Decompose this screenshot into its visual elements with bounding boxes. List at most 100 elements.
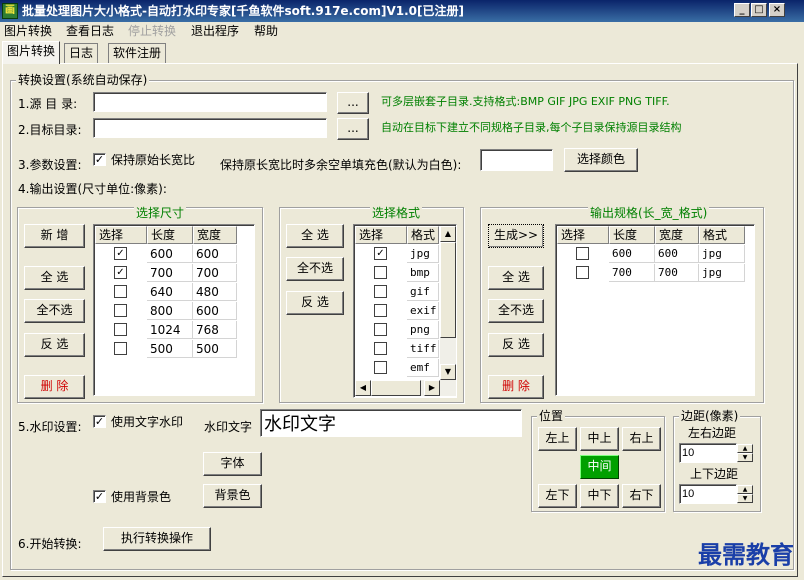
source-dir-input[interactable] bbox=[93, 92, 327, 112]
use-bg-color-checkbox[interactable]: ✓ bbox=[93, 490, 106, 503]
size-list-row-checkbox[interactable] bbox=[114, 323, 127, 336]
lr-margin-up-button[interactable]: ▲ bbox=[737, 444, 753, 453]
size-invert-button[interactable]: 反 选 bbox=[24, 333, 85, 357]
target-browse-button[interactable]: ... bbox=[337, 118, 369, 140]
format-list[interactable]: 选择 格式 ✓ jpg bmp gif exif png tiff emf ▲ ▼ ◀ ▶ bbox=[353, 224, 457, 398]
tb-margin-input[interactable] bbox=[679, 484, 737, 504]
menu-stop[interactable]: 停止转换 bbox=[125, 22, 179, 40]
use-bg-color-label: 使用背景色 bbox=[111, 490, 172, 504]
lr-margin-input[interactable] bbox=[679, 443, 737, 463]
generate-button[interactable]: 生成>> bbox=[488, 224, 544, 248]
format-vscroll-down-button[interactable]: ▼ bbox=[440, 364, 456, 380]
format-list-row-checkbox[interactable]: ✓ bbox=[374, 247, 387, 260]
size-list-cell: 640 bbox=[147, 283, 193, 301]
size-list-row-checkbox[interactable]: ✓ bbox=[114, 266, 127, 279]
size-list-row-checkbox[interactable] bbox=[114, 285, 127, 298]
target-label: 2.目标目录: bbox=[18, 123, 82, 137]
fill-color-label: 保持原长宽比时多余空单填充色(默认为白色): bbox=[220, 158, 462, 172]
pos-bottom-center-button[interactable]: 中下 bbox=[580, 484, 619, 508]
format-vscroll-up-button[interactable]: ▲ bbox=[440, 226, 456, 242]
menu-exit[interactable]: 退出程序 bbox=[188, 22, 242, 40]
menu-convert[interactable]: 图片转换 bbox=[1, 22, 55, 40]
output-delete-button[interactable]: 删 除 bbox=[488, 375, 544, 399]
source-browse-button[interactable]: ... bbox=[337, 92, 369, 114]
output-list-header-1[interactable]: 长度 bbox=[609, 226, 655, 244]
keep-ratio-checkbox[interactable]: ✓ bbox=[93, 153, 106, 166]
maximize-button[interactable]: □ bbox=[751, 3, 767, 17]
size-list-header-0[interactable]: 选择 bbox=[95, 226, 147, 244]
size-list-row-checkbox[interactable]: ✓ bbox=[114, 247, 127, 260]
tab-register[interactable]: 软件注册 bbox=[108, 43, 167, 63]
format-list-cell: emf bbox=[407, 359, 439, 377]
format-hscroll-right-button[interactable]: ▶ bbox=[424, 380, 440, 396]
execute-button[interactable]: 执行转换操作 bbox=[103, 527, 211, 551]
format-invert-button[interactable]: 反 选 bbox=[286, 291, 344, 315]
format-list-row-checkbox[interactable] bbox=[374, 323, 387, 336]
format-legend: 选择格式 bbox=[370, 206, 423, 220]
size-list[interactable]: 选择 长度 宽度 ✓ 600 600 ✓ 700 700 640 480 800 600 1024 768 5… bbox=[93, 224, 255, 396]
size-select-all-button[interactable]: 全 选 bbox=[24, 266, 85, 290]
menu-help[interactable]: 帮助 bbox=[251, 22, 281, 40]
format-select-all-button[interactable]: 全 选 bbox=[286, 224, 344, 248]
size-list-header-1[interactable]: 长度 bbox=[147, 226, 193, 244]
format-list-header-0[interactable]: 选择 bbox=[355, 226, 407, 244]
pos-bottom-right-button[interactable]: 右下 bbox=[622, 484, 661, 508]
minimize-button[interactable]: _ bbox=[734, 3, 750, 17]
select-color-button[interactable]: 选择颜色 bbox=[564, 148, 638, 172]
pos-top-center-button[interactable]: 中上 bbox=[580, 427, 619, 451]
watermark-text-input[interactable] bbox=[260, 409, 522, 437]
format-list-row-checkbox[interactable] bbox=[374, 285, 387, 298]
output-list-header-2[interactable]: 宽度 bbox=[655, 226, 699, 244]
output-list-header-3[interactable]: 格式 bbox=[699, 226, 745, 244]
output-list-row-checkbox[interactable] bbox=[576, 247, 589, 260]
output-select-none-button[interactable]: 全不选 bbox=[488, 299, 544, 323]
format-list-row-checkbox[interactable] bbox=[374, 304, 387, 317]
pos-top-right-button[interactable]: 右上 bbox=[622, 427, 661, 451]
param-label: 3.参数设置: bbox=[18, 158, 82, 172]
output-list-cell: 700 bbox=[655, 264, 699, 282]
size-delete-button[interactable]: 删 除 bbox=[24, 375, 85, 399]
lr-margin-down-button[interactable]: ▼ bbox=[737, 453, 753, 462]
fill-color-input[interactable] bbox=[480, 149, 553, 171]
output-list-header-0[interactable]: 选择 bbox=[557, 226, 609, 244]
target-dir-input[interactable] bbox=[93, 118, 327, 138]
format-select-none-button[interactable]: 全不选 bbox=[286, 257, 344, 281]
size-list-header-2[interactable]: 宽度 bbox=[193, 226, 237, 244]
size-list-row-checkbox[interactable] bbox=[114, 304, 127, 317]
format-list-row-checkbox[interactable] bbox=[374, 266, 387, 279]
add-size-button[interactable]: 新 增 bbox=[24, 224, 85, 248]
format-vscroll-thumb[interactable] bbox=[440, 242, 456, 338]
settings-legend: 转换设置(系统自动保存) bbox=[16, 73, 150, 87]
output-invert-button[interactable]: 反 选 bbox=[488, 333, 544, 357]
close-button[interactable]: × bbox=[769, 3, 785, 17]
tb-margin-down-button[interactable]: ▼ bbox=[737, 494, 753, 503]
output-list[interactable]: 选择 长度 宽度 格式 600 600 jpg 700 700 jpg bbox=[555, 224, 755, 396]
tab-log[interactable]: 日志 bbox=[64, 43, 99, 63]
format-hscroll-left-button[interactable]: ◀ bbox=[355, 380, 371, 396]
format-list-header-1[interactable]: 格式 bbox=[407, 226, 439, 244]
size-select-none-button[interactable]: 全不选 bbox=[24, 299, 85, 323]
tab-convert[interactable]: 图片转换 bbox=[2, 41, 61, 64]
size-legend: 选择尺寸 bbox=[134, 206, 187, 220]
size-list-cell: 600 bbox=[193, 302, 237, 320]
pos-center-button[interactable]: 中间 bbox=[580, 455, 619, 479]
output-select-all-button[interactable]: 全 选 bbox=[488, 266, 544, 290]
tb-margin-up-button[interactable]: ▲ bbox=[737, 485, 753, 494]
size-list-row-checkbox[interactable] bbox=[114, 342, 127, 355]
use-text-watermark-checkbox[interactable]: ✓ bbox=[93, 415, 106, 428]
pos-bottom-left-button[interactable]: 左下 bbox=[538, 484, 577, 508]
format-list-row-checkbox[interactable] bbox=[374, 342, 387, 355]
output-list-cell: jpg bbox=[699, 264, 745, 282]
menu-view-log[interactable]: 查看日志 bbox=[63, 22, 117, 40]
size-list-cell: 500 bbox=[147, 340, 193, 358]
title-bar[interactable]: 画 批量处理图片大小格式-自动打水印专家[千鱼软件soft.917e.com]V… bbox=[0, 0, 804, 22]
bg-color-button[interactable]: 背景色 bbox=[203, 484, 262, 508]
format-list-row-checkbox[interactable] bbox=[374, 361, 387, 374]
font-button[interactable]: 字体 bbox=[203, 452, 262, 476]
format-hscroll-thumb[interactable] bbox=[371, 380, 421, 396]
size-list-cell: 700 bbox=[147, 264, 193, 282]
output-list-row-checkbox[interactable] bbox=[576, 266, 589, 279]
pos-top-left-button[interactable]: 左上 bbox=[538, 427, 577, 451]
format-list-cell: exif bbox=[407, 302, 439, 320]
window-title: 批量处理图片大小格式-自动打水印专家[千鱼软件soft.917e.com]V1.… bbox=[22, 4, 464, 18]
